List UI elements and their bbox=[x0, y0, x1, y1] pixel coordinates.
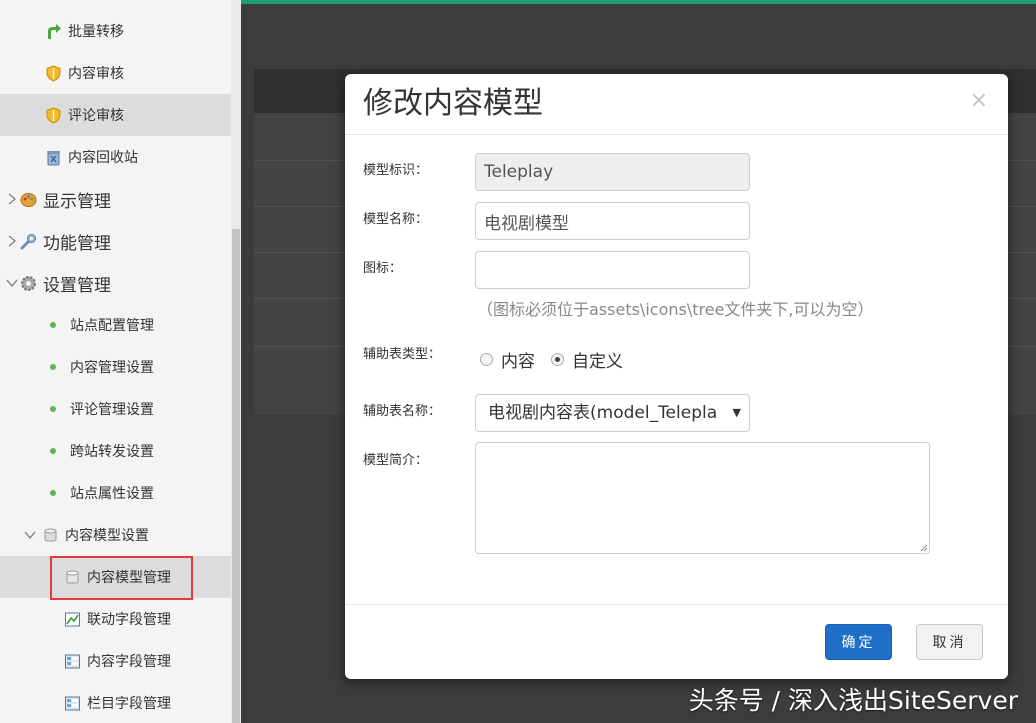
icon-input[interactable] bbox=[475, 251, 750, 289]
sidebar-item-recycle-bin[interactable]: 内容回收站 bbox=[0, 136, 231, 178]
sidebar-item-site-attributes[interactable]: 站点属性设置 bbox=[0, 472, 231, 514]
sidebar-item-channel-fields[interactable]: 栏目字段管理 bbox=[0, 682, 231, 723]
confirm-button[interactable]: 确定 bbox=[825, 624, 892, 660]
sidebar-item-linked-fields[interactable]: 联动字段管理 bbox=[0, 598, 231, 640]
model-description-textarea[interactable] bbox=[475, 442, 930, 554]
sidebar-item-site-config[interactable]: 站点配置管理 bbox=[0, 304, 231, 346]
model-id-input[interactable] bbox=[475, 153, 750, 191]
aux-table-type-label: 辅助表类型： bbox=[363, 347, 442, 362]
palette-icon bbox=[20, 191, 37, 208]
recycle-bin-icon bbox=[45, 149, 62, 166]
wrench-icon bbox=[20, 233, 37, 250]
aux-table-type-radio-group: 内容 自定义 bbox=[480, 347, 639, 372]
chevron-right-icon[interactable] bbox=[6, 234, 18, 248]
sidebar-item-label: 评论管理设置 bbox=[70, 402, 154, 418]
sidebar-item-batch-transfer[interactable]: 批量转移 bbox=[0, 10, 231, 52]
sidebar-item-label: 批量转移 bbox=[68, 24, 124, 40]
dot-icon bbox=[50, 406, 56, 412]
dropdown-arrow-icon: ▼ bbox=[732, 406, 741, 419]
cancel-button[interactable]: 取消 bbox=[916, 624, 983, 660]
sidebar-item-comment-review[interactable]: 评论审核 bbox=[0, 94, 231, 136]
sidebar-item-content-fields[interactable]: 内容字段管理 bbox=[0, 640, 231, 682]
aux-table-name-select[interactable]: 电视剧内容表(model_Telepla ▼ bbox=[475, 394, 750, 432]
top-accent-bar bbox=[241, 0, 1036, 4]
sidebar-item-label: 设置管理 bbox=[43, 275, 111, 296]
dot-icon bbox=[50, 322, 56, 328]
chevron-right-icon[interactable] bbox=[6, 192, 18, 206]
sidebar-item-display-management[interactable]: 显示管理 bbox=[0, 178, 231, 220]
dialog-footer-divider bbox=[345, 604, 1008, 605]
database-icon bbox=[42, 527, 59, 544]
shield-icon bbox=[45, 64, 62, 82]
sidebar-item-label: 内容回收站 bbox=[68, 150, 138, 166]
sidebar-item-cross-site-settings[interactable]: 跨站转发设置 bbox=[0, 430, 231, 472]
sidebar-item-label: 站点属性设置 bbox=[70, 486, 154, 502]
sidebar-item-label: 内容管理设置 bbox=[70, 360, 154, 376]
green-arrow-icon bbox=[45, 23, 62, 40]
icon-hint: （图标必须位于assets\icons\tree文件夹下,可以为空） bbox=[477, 300, 874, 319]
dot-icon bbox=[50, 490, 56, 496]
radio-custom[interactable] bbox=[551, 353, 564, 366]
dialog-header-divider bbox=[345, 134, 1008, 135]
sidebar-item-feature-management[interactable]: 功能管理 bbox=[0, 220, 231, 262]
sidebar-item-label: 站点配置管理 bbox=[70, 318, 154, 334]
sidebar-item-settings-management[interactable]: 设置管理 bbox=[0, 262, 231, 304]
radio-content-label[interactable]: 内容 bbox=[501, 347, 535, 372]
sidebar-item-label: 栏目字段管理 bbox=[87, 696, 171, 712]
icon-label: 图标： bbox=[363, 261, 403, 276]
dialog-title: 修改内容模型 bbox=[363, 86, 543, 121]
radio-content[interactable] bbox=[480, 353, 493, 366]
model-id-label: 模型标识： bbox=[363, 163, 429, 178]
dot-icon bbox=[50, 364, 56, 370]
sidebar-item-label: 内容字段管理 bbox=[87, 654, 171, 670]
sidebar-scrollbar-thumb[interactable] bbox=[232, 229, 240, 723]
model-description-label: 模型简介： bbox=[363, 453, 429, 468]
close-icon[interactable]: × bbox=[970, 88, 988, 114]
sidebar-item-label: 内容审核 bbox=[68, 66, 124, 82]
resize-grip-icon[interactable] bbox=[920, 544, 928, 552]
sidebar-item-label: 内容模型设置 bbox=[65, 528, 149, 544]
sidebar-item-label: 功能管理 bbox=[43, 233, 111, 254]
watermark: 头条号 / 深入浅出SiteServer bbox=[688, 686, 1018, 715]
sidebar-scrollbar[interactable] bbox=[231, 0, 241, 723]
radio-custom-label[interactable]: 自定义 bbox=[572, 347, 623, 372]
chart-icon bbox=[64, 611, 81, 628]
shield-icon bbox=[45, 106, 62, 124]
dot-icon bbox=[50, 448, 56, 454]
edit-content-model-dialog: 修改内容模型 × 模型标识： 模型名称： 图标： （图标必须位于assets\i… bbox=[345, 74, 1008, 679]
sidebar-item-content-review[interactable]: 内容审核 bbox=[0, 52, 231, 94]
model-name-label: 模型名称： bbox=[363, 212, 429, 227]
sidebar-item-content-settings[interactable]: 内容管理设置 bbox=[0, 346, 231, 388]
sidebar-item-label: 评论审核 bbox=[68, 108, 124, 124]
aux-table-name-value: 电视剧内容表(model_Telepla bbox=[488, 403, 718, 423]
form-icon bbox=[64, 653, 81, 670]
aux-table-name-label: 辅助表名称： bbox=[363, 404, 442, 419]
sidebar-item-label: 显示管理 bbox=[43, 191, 111, 212]
chevron-down-icon[interactable] bbox=[6, 276, 18, 290]
sidebar-item-comment-settings[interactable]: 评论管理设置 bbox=[0, 388, 231, 430]
sidebar-item-label: 跨站转发设置 bbox=[70, 444, 154, 460]
model-name-input[interactable] bbox=[475, 202, 750, 240]
gear-icon bbox=[20, 275, 37, 292]
sidebar-item-content-model-settings[interactable]: 内容模型设置 bbox=[0, 514, 231, 556]
form-icon bbox=[64, 695, 81, 712]
selection-highlight-box bbox=[50, 556, 193, 600]
sidebar-item-label: 联动字段管理 bbox=[87, 612, 171, 628]
chevron-down-icon[interactable] bbox=[24, 528, 36, 542]
sidebar: 批量转移 内容审核 评论审核 内容回收站 显示管理 功能管理 设置管理 站点配置… bbox=[0, 0, 231, 723]
